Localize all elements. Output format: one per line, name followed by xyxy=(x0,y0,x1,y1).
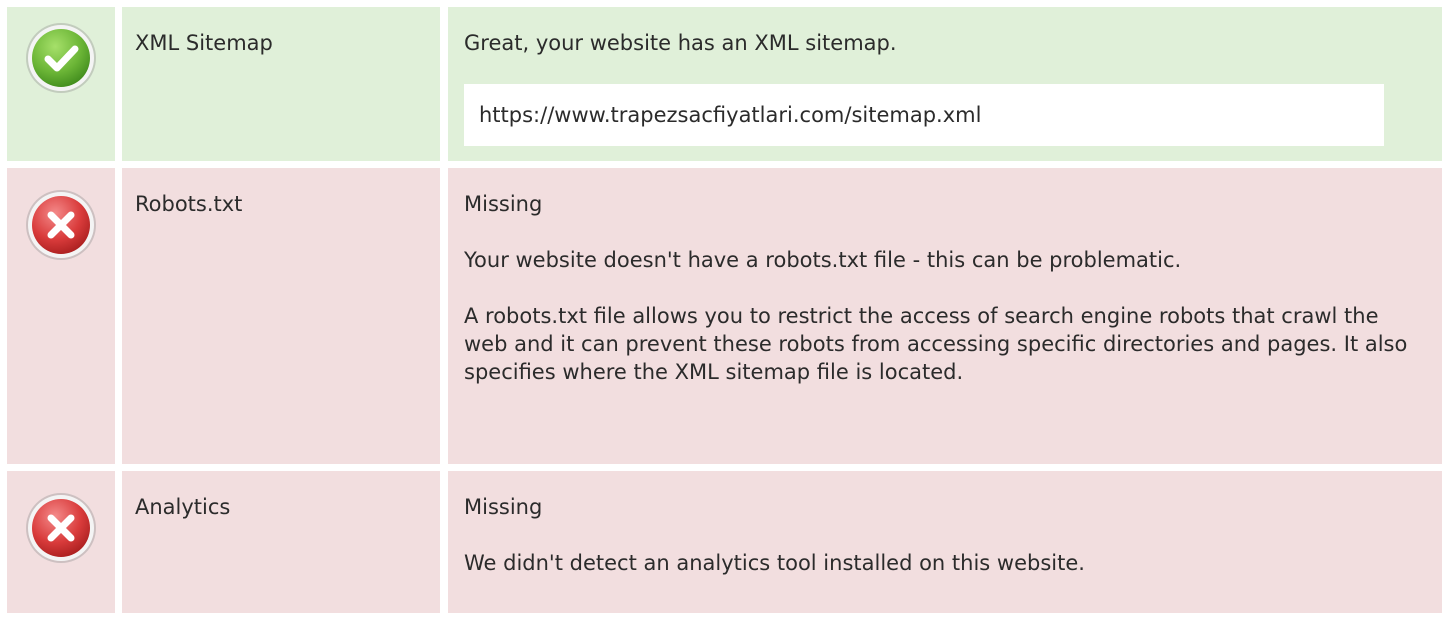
status-icon-cell xyxy=(7,168,115,464)
check-label-cell: XML Sitemap xyxy=(122,7,440,161)
robots-row: Robots.txt Missing Your website doesn't … xyxy=(0,168,1449,464)
sitemap-url-box: https://www.trapezsacfiyatlari.com/sitem… xyxy=(464,84,1384,146)
status-icon-cell xyxy=(7,7,115,161)
error-circle-icon xyxy=(26,190,96,260)
sitemap-url[interactable]: https://www.trapezsacfiyatlari.com/sitem… xyxy=(479,101,981,129)
check-explanation: A robots.txt file allows you to restrict… xyxy=(464,304,1408,384)
check-message: Missing xyxy=(464,495,543,519)
check-label: Analytics xyxy=(135,495,231,519)
check-detail: We didn't detect an analytics tool insta… xyxy=(464,551,1085,575)
check-description-cell: Great, your website has an XML sitemap. … xyxy=(448,7,1442,161)
check-description-cell: Missing Your website doesn't have a robo… xyxy=(448,168,1442,464)
check-message: Great, your website has an XML sitemap. xyxy=(464,31,897,55)
check-label-cell: Analytics xyxy=(122,471,440,613)
check-message: Missing xyxy=(464,192,543,216)
status-icon-cell xyxy=(7,471,115,613)
check-label-cell: Robots.txt xyxy=(122,168,440,464)
error-circle-icon xyxy=(26,493,96,563)
check-detail: Your website doesn't have a robots.txt f… xyxy=(464,248,1182,272)
sitemap-row: XML Sitemap Great, your website has an X… xyxy=(0,7,1449,161)
check-label: Robots.txt xyxy=(135,192,243,216)
check-label: XML Sitemap xyxy=(135,31,273,55)
analytics-row: Analytics Missing We didn't detect an an… xyxy=(0,471,1449,613)
check-circle-icon xyxy=(26,23,96,93)
check-description-cell: Missing We didn't detect an analytics to… xyxy=(448,471,1442,613)
